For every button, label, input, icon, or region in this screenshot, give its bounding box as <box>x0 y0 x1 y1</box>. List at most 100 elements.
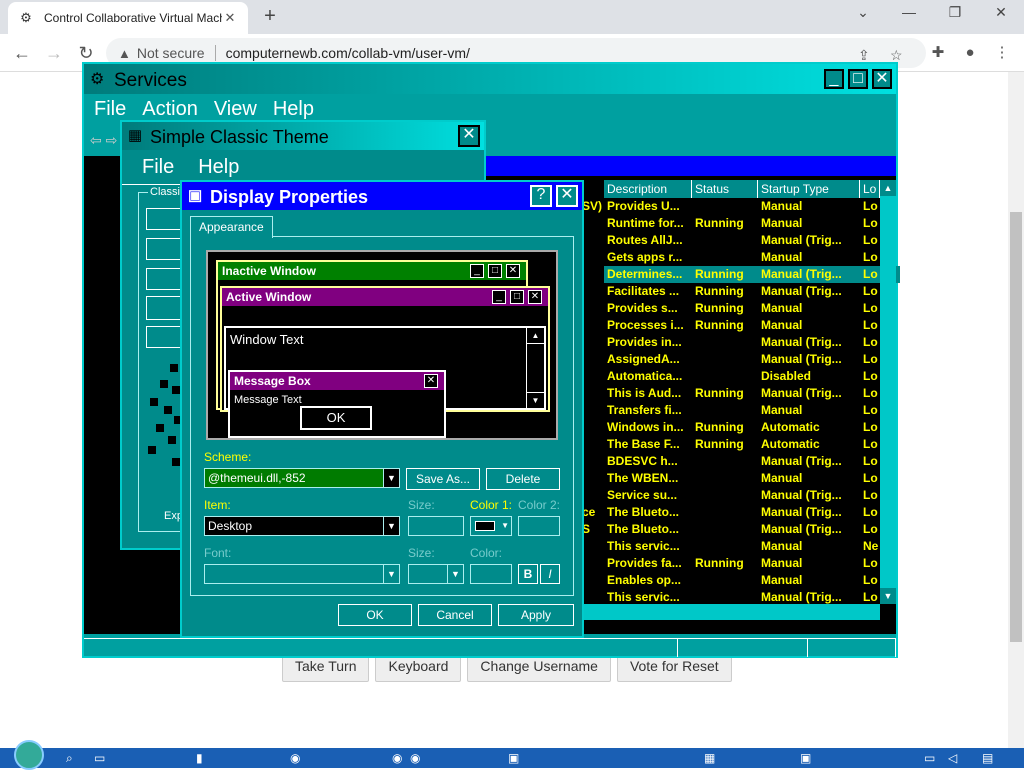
col-status[interactable]: Status <box>692 180 758 198</box>
profile-avatar-icon[interactable]: ● <box>958 42 982 64</box>
services-taskbar-icon[interactable]: ▣ <box>508 750 519 766</box>
service-row[interactable]: Provides s... Running Manual Lo <box>604 300 900 317</box>
italic-button[interactable]: I <box>540 564 560 584</box>
services-maximize-button[interactable]: □ <box>848 69 868 89</box>
item-dropdown-arrow-icon[interactable]: ▼ <box>383 517 399 535</box>
font-color-picker[interactable] <box>470 564 512 584</box>
font-size-arrow-icon[interactable]: ▼ <box>447 565 463 583</box>
forward-icon[interactable]: → <box>42 42 66 64</box>
service-row[interactable]: This is Aud... Running Manual (Trig... Lo <box>604 385 900 402</box>
network-icon[interactable]: ▭ <box>924 750 935 766</box>
col-startup-type[interactable]: Startup Type <box>758 180 860 198</box>
page-scrollbar[interactable] <box>1008 72 1024 748</box>
sct-close-button[interactable]: ✕ <box>458 125 480 147</box>
font-dropdown-arrow-icon[interactable]: ▼ <box>383 565 399 583</box>
services-titlebar[interactable]: ⚙ Services <box>84 64 896 94</box>
service-row[interactable]: The WBEN... Manual Lo <box>604 470 900 487</box>
services-minimize-button[interactable]: _ <box>824 69 844 89</box>
delete-button[interactable]: Delete <box>486 468 560 490</box>
scheme-dropdown[interactable]: @themeui.dll,-852 ▼ <box>204 468 400 488</box>
chrome-icon[interactable]: ◉ <box>290 750 300 766</box>
service-row[interactable]: Facilitates ... Running Manual (Trig... Lo <box>604 283 900 300</box>
close-tab-icon[interactable]: ✕ <box>222 10 238 26</box>
services-hscroll[interactable] <box>584 604 880 620</box>
service-row[interactable]: Automatica... Disabled Lo <box>604 368 900 385</box>
tab-search-icon[interactable]: ⌄ <box>840 4 886 26</box>
minimize-icon[interactable]: — <box>886 4 932 26</box>
warning-icon[interactable]: ▲ <box>118 46 131 61</box>
color2-picker[interactable] <box>518 516 560 536</box>
reload-icon[interactable]: ↻ <box>74 42 98 64</box>
service-row[interactable]: Provides fa... Running Manual Lo <box>604 555 900 572</box>
item-size-spinner[interactable] <box>408 516 464 536</box>
col-logon[interactable]: Lo <box>860 180 880 198</box>
color1-picker[interactable]: ▼ <box>470 516 512 536</box>
menu-kebab-icon[interactable]: ⋮ <box>990 42 1014 64</box>
bold-button[interactable]: B <box>518 564 538 584</box>
dp-help-button[interactable]: ? <box>530 185 552 207</box>
service-row[interactable]: Routes AllJ... Manual (Trig... Lo <box>604 232 900 249</box>
url-text[interactable]: computernewb.com/collab-vm/user-vm/ <box>226 45 470 61</box>
service-row[interactable]: Transfers fi... Manual Lo <box>604 402 900 419</box>
service-row[interactable]: Service su... Manual (Trig... Lo <box>604 487 900 504</box>
search-icon[interactable]: ⌕ <box>66 750 73 766</box>
cancel-button[interactable]: Cancel <box>418 604 492 626</box>
edge-icon[interactable]: ◉ <box>410 750 420 766</box>
sct-menu-help[interactable]: Help <box>198 156 239 179</box>
service-row[interactable]: Provides in... Manual (Trig... Lo <box>604 334 900 351</box>
vm-screen[interactable]: ⚙ Services _ □ ✕ File Action View Help ⇦… <box>82 62 900 658</box>
start-button-icon[interactable] <box>14 740 44 770</box>
service-status: Running <box>695 267 744 281</box>
services-scrollbar[interactable]: ▲ ▼ <box>880 180 896 604</box>
menu-action[interactable]: Action <box>142 98 198 121</box>
close-window-icon[interactable]: ✕ <box>978 4 1024 26</box>
firefox-icon[interactable]: ◉ <box>392 750 402 766</box>
tab-appearance[interactable]: Appearance <box>190 216 273 238</box>
service-row[interactable]: This servic... Manual Ne <box>604 538 900 555</box>
dp-close-button[interactable]: ✕ <box>556 185 578 207</box>
service-row[interactable]: Gets apps r... Manual Lo <box>604 249 900 266</box>
volume-icon[interactable]: ◁ <box>948 750 957 766</box>
ok-button[interactable]: OK <box>338 604 412 626</box>
browser-tab[interactable]: ⚙ Control Collaborative Virtual Machine … <box>8 2 248 34</box>
sct-taskbar-icon[interactable]: ▦ <box>704 750 715 766</box>
save-as-button[interactable]: Save As... <box>406 468 480 490</box>
sct-titlebar[interactable]: ▦ Simple Classic Theme <box>122 122 484 150</box>
back-icon[interactable]: ← <box>10 42 34 64</box>
col-description[interactable]: Description <box>604 180 692 198</box>
font-dropdown[interactable]: ▼ <box>204 564 400 584</box>
font-size-dropdown[interactable]: ▼ <box>408 564 464 584</box>
display-taskbar-icon[interactable]: ▣ <box>800 750 811 766</box>
file-explorer-icon[interactable]: ▮ <box>196 750 203 766</box>
item-dropdown[interactable]: Desktop ▼ <box>204 516 400 536</box>
service-row[interactable]: BDESVC h... Manual (Trig... Lo <box>604 453 900 470</box>
service-row[interactable]: Provides U... Manual Lo <box>604 198 900 215</box>
new-tab-button[interactable]: + <box>260 6 280 26</box>
notifications-icon[interactable]: ▤ <box>982 750 993 766</box>
scheme-dropdown-arrow-icon[interactable]: ▼ <box>383 469 399 487</box>
service-row[interactable]: The Blueto... Manual (Trig... Lo <box>604 521 900 538</box>
services-back-icon[interactable]: ⇦ ⇨ <box>90 132 117 149</box>
menu-help[interactable]: Help <box>273 98 314 121</box>
page-scrollbar-thumb[interactable] <box>1010 212 1022 642</box>
service-row[interactable]: The Base F... Running Automatic Lo <box>604 436 900 453</box>
scroll-down-icon[interactable]: ▼ <box>880 588 896 604</box>
taskview-icon[interactable]: ▭ <box>94 750 105 766</box>
service-row[interactable]: Processes i... Running Manual Lo <box>604 317 900 334</box>
service-row[interactable]: Runtime for... Running Manual Lo <box>604 215 900 232</box>
service-row[interactable]: Determines... Running Manual (Trig... Lo <box>604 266 900 283</box>
service-row[interactable]: Enables op... Manual Lo <box>604 572 900 589</box>
scroll-up-icon[interactable]: ▲ <box>880 180 896 196</box>
services-close-button[interactable]: ✕ <box>872 69 892 89</box>
restore-icon[interactable]: ❐ <box>932 4 978 26</box>
not-secure-label[interactable]: Not secure <box>137 45 216 61</box>
menu-view[interactable]: View <box>214 98 257 121</box>
apply-button[interactable]: Apply <box>498 604 574 626</box>
extensions-icon[interactable]: ✚ <box>926 42 950 64</box>
service-row[interactable]: AssignedA... Manual (Trig... Lo <box>604 351 900 368</box>
menu-file[interactable]: File <box>94 98 126 121</box>
service-row[interactable]: Windows in... Running Automatic Lo <box>604 419 900 436</box>
service-row[interactable]: The Blueto... Manual (Trig... Lo <box>604 504 900 521</box>
dp-titlebar[interactable]: ▣ Display Properties <box>182 182 582 210</box>
sct-menu-file[interactable]: File <box>142 156 174 179</box>
